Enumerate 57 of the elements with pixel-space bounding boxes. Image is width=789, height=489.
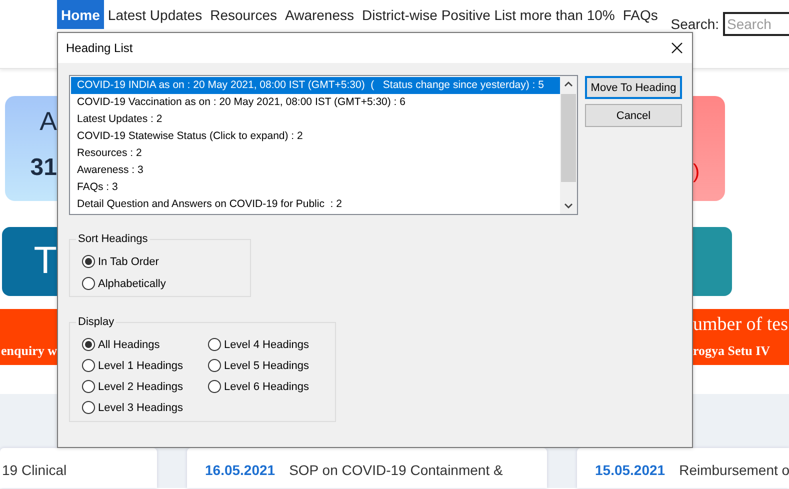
list-item[interactable]: FAQs : 3 xyxy=(71,179,560,196)
group-label: Sort Headings xyxy=(77,233,149,245)
scroll-up-icon[interactable] xyxy=(564,81,573,87)
radio-option[interactable]: Level 1 Headings xyxy=(82,355,208,376)
ticker-text: rogya Setu IV xyxy=(693,342,772,360)
radio-option[interactable]: All Headings xyxy=(82,334,208,355)
tile-card xyxy=(693,227,732,296)
list-item[interactable]: COVID-19 Vaccination as on : 20 May 2021, 08:00 IST (GMT+5:30) : 6 xyxy=(71,94,560,111)
dialog-button[interactable]: Cancel xyxy=(585,104,682,127)
dialog-button[interactable]: Move To Heading xyxy=(585,76,682,99)
radio-button[interactable] xyxy=(82,359,95,372)
nav-link[interactable]: FAQs xyxy=(618,0,662,29)
radio-button[interactable] xyxy=(82,277,95,290)
nav-link[interactable]: Awareness xyxy=(281,0,358,29)
scroll-down-icon[interactable] xyxy=(564,203,573,209)
dialog-title: Heading List xyxy=(66,41,134,55)
nav-link[interactable]: District-wise Positive List more than 10% xyxy=(358,0,619,29)
news-title[interactable]: Reimbursement o xyxy=(679,462,789,478)
list-item[interactable]: Latest Updates : 2 xyxy=(71,111,560,128)
radio-option[interactable]: Level 4 Headings xyxy=(208,334,328,355)
news-title[interactable]: 19 Clinical xyxy=(2,462,67,478)
list-item[interactable]: COVID-19 Statewise Status (Click to expand) : 2 xyxy=(71,128,560,145)
ticker-text: enquiry w xyxy=(1,342,57,360)
list-item[interactable]: Awareness : 3 xyxy=(71,162,560,179)
radio-button[interactable] xyxy=(82,380,95,393)
news-title[interactable]: SOP on COVID-19 Containment & xyxy=(289,462,503,478)
radio-button[interactable] xyxy=(82,255,95,268)
card-value: 31 xyxy=(30,154,57,182)
radio-option[interactable]: Alphabetically xyxy=(82,277,250,290)
list-item[interactable]: COVID-19 INDIA as on : 20 May 2021, 08:00 IST (GMT+5:30) ( Status change since yesterday) : 5 xyxy=(71,77,560,94)
news-date: 15.05.2021 xyxy=(595,462,666,478)
radio-button[interactable] xyxy=(208,380,221,393)
tile-label: T xyxy=(34,240,57,283)
ticker-text: umber of tes xyxy=(693,313,789,337)
radio-button[interactable] xyxy=(208,338,221,351)
radio-button[interactable] xyxy=(82,401,95,414)
radio-button[interactable] xyxy=(82,338,95,351)
card-title: A xyxy=(40,106,57,136)
radio-option[interactable]: Level 6 Headings xyxy=(208,376,328,397)
list-item[interactable]: Resources : 2 xyxy=(71,145,560,162)
nav-link[interactable]: Latest Updates xyxy=(104,0,206,29)
radio-button[interactable] xyxy=(208,359,221,372)
radio-option[interactable]: Level 5 Headings xyxy=(208,355,328,376)
heading-list[interactable] xyxy=(69,75,578,215)
nav-link[interactable]: Home xyxy=(57,0,104,29)
search-label: Search: xyxy=(670,16,719,32)
card-value: ) xyxy=(693,161,700,183)
radio-option[interactable]: Level 2 Headings xyxy=(82,376,208,397)
group-label: Display xyxy=(77,316,116,328)
nav-link[interactable]: Resources xyxy=(206,0,281,29)
list-item[interactable]: Detail Question and Answers on COVID-19 for Public : 2 xyxy=(71,196,560,213)
news-date: 16.05.2021 xyxy=(205,462,276,478)
close-icon[interactable] xyxy=(670,41,684,55)
search-field[interactable]: Search xyxy=(723,12,789,36)
radio-option[interactable]: Level 3 Headings xyxy=(82,397,208,418)
radio-option[interactable]: In Tab Order xyxy=(82,255,250,268)
scrollbar[interactable] xyxy=(560,76,577,214)
